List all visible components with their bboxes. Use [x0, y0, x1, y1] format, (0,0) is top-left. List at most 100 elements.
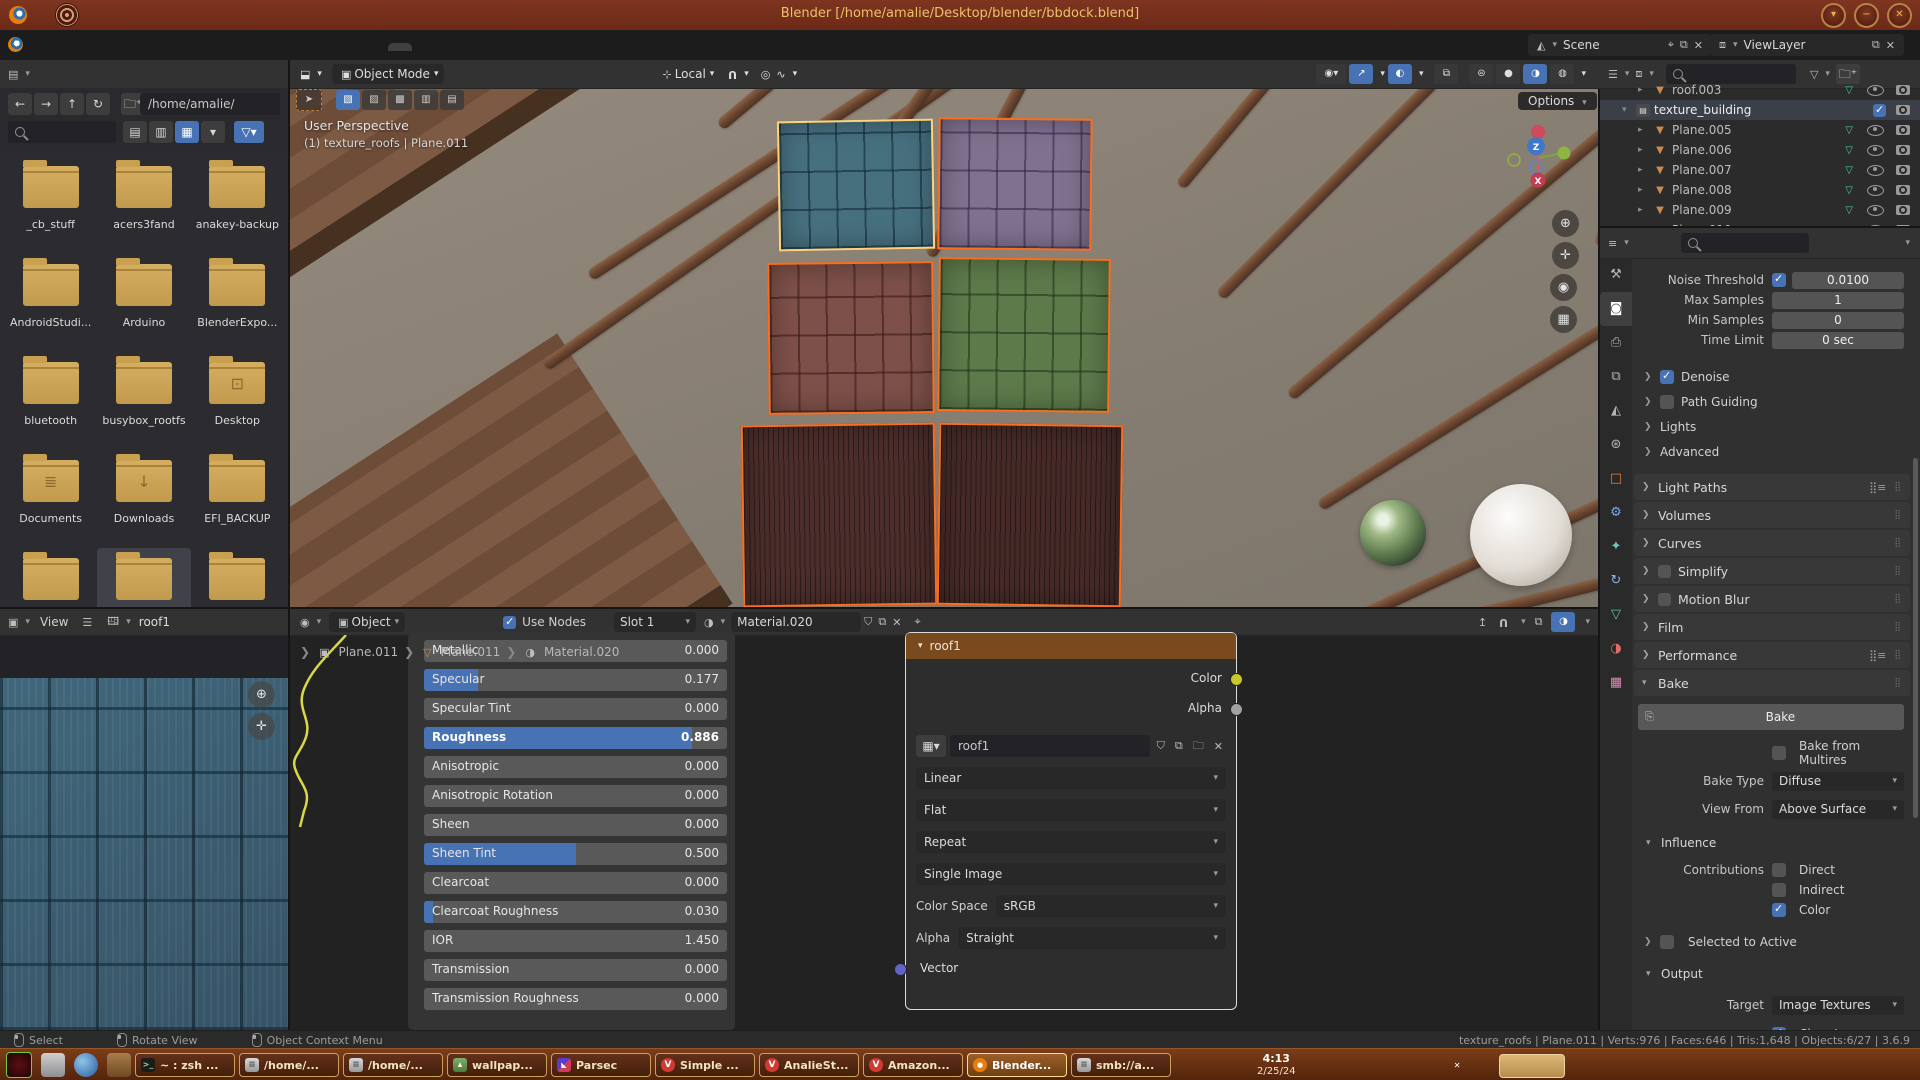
forward-button[interactable]: → [34, 93, 58, 115]
panel-grip[interactable]: ⣿ [1894, 594, 1902, 604]
workspace-tab[interactable] [484, 43, 508, 51]
taskbar-window-button[interactable]: AnalieSt... [759, 1053, 859, 1077]
overlays-toggle[interactable]: ◐ [1388, 64, 1412, 84]
fake-user-shield-icon[interactable]: ⛉ [864, 615, 872, 629]
close-button[interactable]: ✕ [1887, 3, 1912, 28]
viewport-editor-icon[interactable]: ⬓ [300, 68, 310, 81]
disable-render-icon[interactable] [1896, 125, 1910, 135]
roof-plane-red[interactable] [767, 261, 935, 415]
minimize-button[interactable]: − [1854, 3, 1879, 28]
shading-wireframe-button[interactable]: ⊜ [1469, 64, 1493, 84]
disable-render-icon[interactable] [1896, 85, 1910, 95]
hide-eye-icon[interactable] [1867, 205, 1884, 216]
properties-panel-header[interactable]: ❯ Performance ⣿≡ ⣿ [1634, 642, 1910, 668]
material-name-field[interactable]: Material.020 [731, 612, 861, 632]
transform-orientation-dropdown[interactable]: ⊹ Local▾ [659, 67, 714, 81]
folder-item[interactable]: AndroidStudi... [4, 254, 97, 352]
disclosure-icon[interactable]: ▸ [1638, 85, 1652, 95]
delete-scene-icon[interactable]: ✕ [1694, 39, 1703, 52]
folder-item[interactable] [191, 548, 284, 609]
outliner-row[interactable]: ▸ ▼ Plane.008 ▽ [1600, 180, 1920, 200]
hide-eye-icon[interactable] [1867, 145, 1884, 156]
filter-button[interactable]: ▽▾ [234, 121, 264, 143]
alpha-output-socket[interactable] [1230, 703, 1243, 716]
bsdf-slider-row[interactable]: Clearcoat 0.000 [424, 872, 727, 894]
contribution-checkbox[interactable] [1772, 903, 1786, 917]
vector-input-socket[interactable] [894, 963, 907, 976]
use-nodes-checkbox[interactable] [503, 616, 516, 629]
bsdf-slider-row[interactable]: IOR 1.450 [424, 930, 727, 952]
tab-view-layer[interactable]: ⧉ [1600, 360, 1632, 394]
chevron-right-icon[interactable]: ❯ [1644, 937, 1660, 947]
up-button[interactable]: ↑ [60, 93, 84, 115]
taskbar-window-button[interactable]: Blender... [967, 1053, 1067, 1077]
fake-user-shield-icon[interactable]: ⛉ [1157, 739, 1165, 753]
chevron-down-icon[interactable]: ▾ [1646, 969, 1661, 979]
gizmos-toggle[interactable]: ↗ [1349, 64, 1373, 84]
outliner-editor-icon[interactable]: ☰ [1608, 68, 1618, 81]
folder-item[interactable]: anakey-backup [191, 156, 284, 254]
tab-tool[interactable]: ⚒ [1600, 258, 1632, 292]
disclosure-icon[interactable]: ▸ [1638, 185, 1652, 195]
refresh-button[interactable]: ↻ [86, 93, 110, 115]
panel-grip[interactable]: ⣿ [1894, 566, 1902, 576]
file-browser-editor-icon[interactable]: ▤ [8, 68, 18, 81]
view-from-dropdown[interactable]: Above Surface▾ [1772, 800, 1904, 819]
folder-item[interactable]: BlenderExpo... [191, 254, 284, 352]
outliner-row[interactable]: ▸ ▼ Plane.005 ▽ [1600, 120, 1920, 140]
outliner-row[interactable]: ▸ ▼ Plane.006 ▽ [1600, 140, 1920, 160]
panel-checkbox[interactable] [1658, 593, 1671, 606]
camera-view-icon[interactable]: ◉ [1550, 274, 1577, 301]
bsdf-slider-row[interactable]: Transmission Roughness 0.000 [424, 988, 727, 1010]
tray-indicator[interactable] [1331, 1059, 1344, 1072]
3d-viewport[interactable]: Options ▾ Z X ⊕ ✛ ◉ ▦ [290, 60, 1600, 609]
tab-physics[interactable]: ↻ [1600, 564, 1632, 598]
node-dropdown[interactable]: Linear▾ [916, 767, 1226, 789]
outliner-row[interactable]: ▾ ▤ texture_building ▽ [1600, 100, 1920, 120]
tray-indicator[interactable] [1403, 1059, 1416, 1072]
subsection-row[interactable]: ❯ Advanced [1644, 442, 1914, 462]
pan-hand-icon[interactable]: ✛ [248, 713, 275, 740]
disclosure-icon[interactable]: ▸ [1638, 165, 1652, 175]
tab-modifiers[interactable]: ⚙ [1600, 496, 1632, 530]
node-dropdown[interactable]: Repeat▾ [916, 831, 1226, 853]
properties-search-input[interactable] [1681, 233, 1809, 253]
blender-menu-icon[interactable] [8, 37, 23, 52]
disclosure-icon[interactable]: ▾ [1622, 105, 1636, 115]
selected-to-active-row[interactable]: ❯ Selected to Active [1644, 932, 1914, 952]
workspace-tab[interactable] [460, 43, 484, 51]
view-layer-selector[interactable]: ⧈▾ ViewLayer ⧉ ✕ [1710, 34, 1904, 56]
disable-render-icon[interactable] [1896, 185, 1910, 195]
snap-magnet-icon[interactable]: U [1499, 616, 1508, 629]
folder-item[interactable]: ⊡ Desktop [191, 352, 284, 450]
chevron-right-icon[interactable]: ❯ [1644, 372, 1660, 382]
tray-indicator[interactable] [1379, 1059, 1392, 1072]
collection-checkbox[interactable] [1873, 104, 1886, 117]
properties-editor-icon[interactable]: ≡ [1608, 237, 1617, 250]
panel-grip[interactable]: ⣿ [1894, 650, 1902, 660]
unlink-image-icon[interactable]: ✕ [1214, 740, 1223, 753]
new-collection-button[interactable]: 🗀⁺ [1836, 64, 1860, 84]
taskbar-window-button[interactable]: wallpap... [447, 1053, 547, 1077]
vertical-list-toggle[interactable]: ▤ [123, 121, 147, 143]
taskbar-window-button[interactable]: Simple ... [655, 1053, 755, 1077]
hamburger-menu-icon[interactable]: ☰ [82, 616, 92, 629]
hide-eye-icon[interactable] [1867, 185, 1884, 196]
workspace-tab[interactable] [436, 43, 460, 51]
new-scene-icon[interactable]: ⧉ [1680, 38, 1688, 52]
tweak-tool-button[interactable]: ➤ [296, 89, 322, 111]
folder-item[interactable]: busybox_rootfs [97, 352, 190, 450]
roof-plane-dark-right[interactable] [937, 423, 1124, 608]
panel-grip[interactable]: ⣿ [1894, 622, 1902, 632]
properties-options-icon[interactable]: ▾ [1905, 238, 1910, 248]
hide-eye-icon[interactable] [1867, 165, 1884, 176]
overlap-icon[interactable]: ⧉ [1535, 615, 1543, 629]
workspace-tab[interactable] [268, 43, 292, 51]
workspace-tab[interactable] [364, 43, 388, 51]
checkbox[interactable] [1660, 395, 1674, 409]
search-input[interactable] [8, 121, 116, 143]
contribution-checkbox[interactable] [1772, 883, 1786, 897]
snap-magnet-icon[interactable]: U [728, 68, 737, 81]
folder-item[interactable]: ≣ Documents [4, 450, 97, 548]
image-name-field[interactable]: roof1 [950, 735, 1150, 757]
